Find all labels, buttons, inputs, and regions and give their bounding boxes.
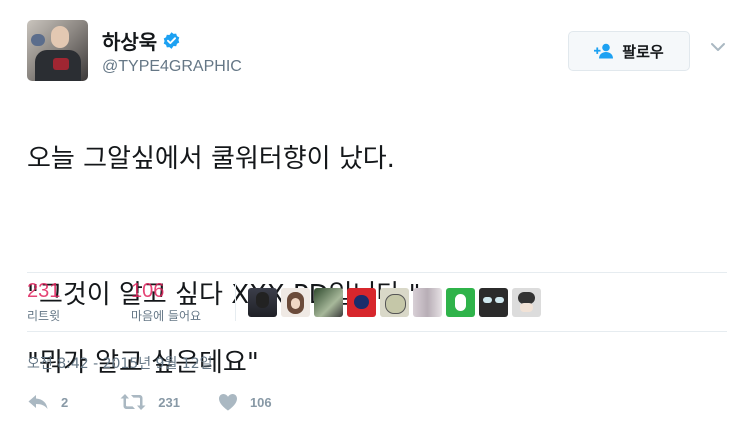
tweet-header: 하상욱 @TYPE4GRAPHIC 팔로우 (27, 20, 727, 82)
retweet-stat-count: 231 (27, 280, 61, 302)
reply-button[interactable]: 2 (27, 393, 68, 411)
author-name-row[interactable]: 하상욱 (102, 26, 181, 55)
liker-avatar[interactable] (380, 288, 409, 317)
reply-icon (28, 395, 48, 409)
tweet-stats: 231 리트윗 106 마음에 들어요 (27, 272, 727, 332)
likes-stat-label: 마음에 들어요 (131, 309, 202, 323)
liker-avatar[interactable] (446, 288, 475, 317)
tweet-actions: 2 231 106 (27, 390, 272, 414)
tweet-timestamp[interactable]: 오전 8:42 - 2015년 9월 12일 (27, 353, 213, 373)
author-display-name[interactable]: 하상욱 (102, 26, 157, 55)
tweet-line: 오늘 그알싶에서 쿨워터향이 났다. (27, 144, 395, 174)
liker-avatars (248, 288, 541, 317)
reply-count: 2 (61, 394, 69, 410)
likes-stat-count: 106 (131, 280, 165, 302)
tweet-line (27, 210, 737, 244)
retweet-icon (120, 394, 146, 410)
stats-divider (235, 283, 236, 321)
verified-badge-icon (163, 32, 180, 49)
retweet-stat-label: 리트윗 (27, 309, 61, 323)
author-handle[interactable]: @TYPE4GRAPHIC (102, 58, 242, 76)
heart-icon (218, 394, 237, 411)
follow-button[interactable]: 팔로우 (568, 31, 690, 71)
chevron-down-icon[interactable] (710, 40, 726, 54)
retweet-stat[interactable]: 231 리트윗 (27, 280, 60, 324)
like-count: 106 (249, 394, 272, 410)
liker-avatar[interactable] (248, 288, 277, 317)
liker-avatar[interactable] (479, 288, 508, 317)
likes-stat[interactable]: 106 마음에 들어요 (131, 280, 201, 324)
liker-avatar[interactable] (413, 288, 442, 317)
liker-avatar[interactable] (314, 288, 343, 317)
add-user-icon (594, 43, 614, 59)
retweet-count: 231 (158, 394, 180, 410)
liker-avatar[interactable] (347, 288, 376, 317)
retweet-button[interactable]: 231 (120, 393, 180, 411)
liker-avatar[interactable] (281, 288, 310, 317)
liker-avatar[interactable] (512, 288, 541, 317)
author-avatar[interactable] (27, 20, 88, 81)
follow-button-label: 팔로우 (622, 42, 664, 61)
like-button[interactable]: 106 (218, 393, 272, 411)
